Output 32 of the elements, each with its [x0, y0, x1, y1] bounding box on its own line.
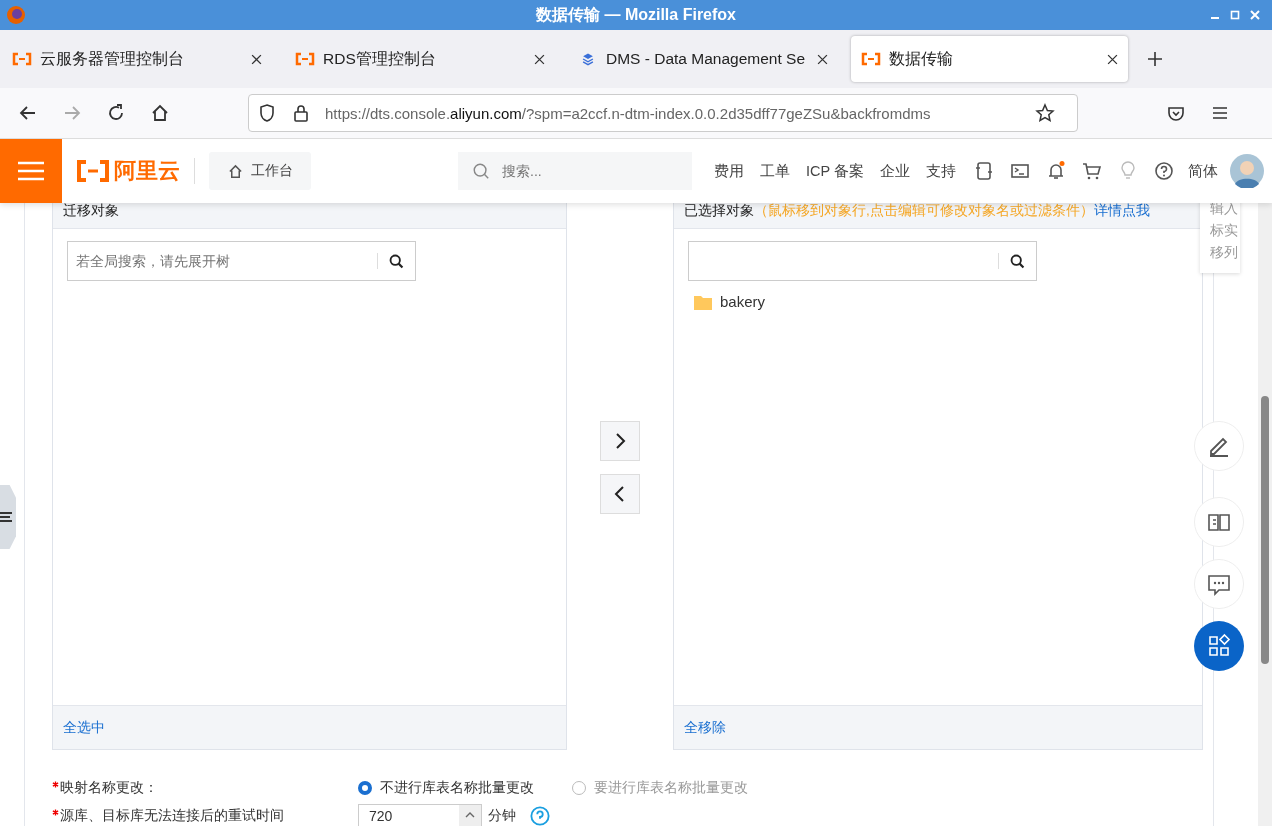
workbench-button[interactable]: 工作台	[209, 152, 311, 190]
radio-option[interactable]: 不进行库表名称批量更改	[358, 779, 534, 797]
details-link[interactable]: 详情点我	[1093, 202, 1150, 220]
url-text: https://dts.console.aliyun.com/?spm=a2ccf.n-dtm-index.0.0.2d35dff77geZSu&backfromdms	[325, 104, 932, 122]
browser-tab[interactable]: RDS管理控制台	[285, 36, 555, 82]
search-field[interactable]: 搜索...	[500, 162, 674, 180]
search-bar[interactable]: 搜索...	[458, 152, 692, 190]
select-all-link[interactable]: 全选中	[63, 718, 105, 737]
unit-label: 分钟	[488, 807, 516, 825]
header-link[interactable]: 支持	[925, 161, 956, 181]
tooltip-text: 移列	[1210, 243, 1239, 262]
language-link[interactable]: 简体	[1187, 161, 1218, 181]
panel-title: 迁移对象	[63, 202, 119, 220]
address-bar[interactable]: https://dts.console.aliyun.com/?spm=a2ccf.n-dtm-index.0.0.2d35dff77geZSu&backfromdms	[248, 94, 1078, 132]
header-link[interactable]: 费用	[714, 161, 744, 181]
logo-text: 阿里云	[114, 157, 180, 185]
header-link[interactable]: ICP 备案	[806, 161, 864, 181]
tooltip-text: 标实	[1210, 221, 1239, 240]
browser-tab[interactable]: 数据传输	[851, 36, 1128, 82]
window-title: 数据传输 — Mozilla Firefox	[536, 4, 736, 25]
search-bar[interactable]: 若全局搜索，请先展开树	[67, 241, 416, 281]
hint-text: （鼠标移到对象行,点击编辑可修改对象名或过滤条件）	[754, 202, 1094, 220]
panel-title: 已选择对象	[684, 202, 754, 220]
tree-item[interactable]: bakery	[720, 293, 766, 310]
header-link[interactable]: 企业	[879, 161, 910, 181]
remove-all-link[interactable]: 全移除	[684, 718, 726, 737]
browser-tab[interactable]: DMS - Data Management Se	[568, 36, 838, 82]
form-label: 源库、目标库无法连接后的重试时间	[60, 807, 284, 825]
number-field[interactable]: 720	[358, 804, 482, 826]
header-link[interactable]: 工单	[760, 161, 790, 181]
form-label: 映射名称更改：	[60, 779, 158, 797]
browser-tab[interactable]: 云服务器管理控制台	[2, 36, 272, 82]
